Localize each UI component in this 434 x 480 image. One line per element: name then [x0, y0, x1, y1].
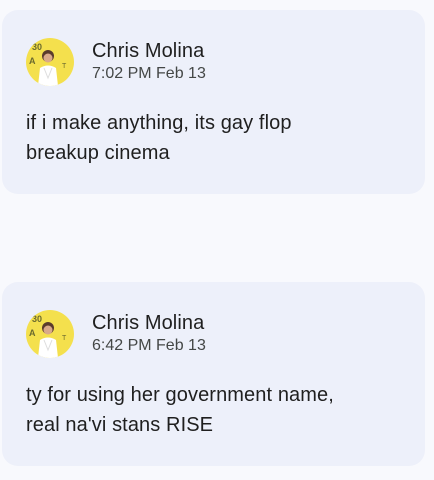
- svg-text:A: A: [29, 56, 36, 66]
- comment-header: 30 A T Chris Molina 7:02 PM Feb 13: [26, 38, 206, 86]
- author-name[interactable]: Chris Molina: [92, 40, 206, 62]
- svg-text:T: T: [62, 63, 67, 70]
- comment-text: if i make anything, its gay flop breakup…: [26, 112, 292, 164]
- avatar[interactable]: 30 A T: [26, 310, 74, 358]
- comment-header: 30 A T Chris Molina 6:42 PM Feb 13: [26, 310, 206, 358]
- svg-text:T: T: [62, 335, 67, 342]
- comment-card: 30 A T Chris Molina 7:02 PM Feb 13 if i …: [2, 10, 425, 194]
- avatar-image: 30 A T: [26, 38, 74, 86]
- comment-feed: 30 A T Chris Molina 7:02 PM Feb 13 if i …: [0, 0, 434, 480]
- timestamp: 6:42 PM Feb 13: [92, 337, 206, 354]
- svg-text:30: 30: [32, 42, 42, 52]
- comment-meta: Chris Molina 6:42 PM Feb 13: [92, 312, 206, 356]
- author-name[interactable]: Chris Molina: [92, 312, 206, 334]
- comment-meta: Chris Molina 7:02 PM Feb 13: [92, 40, 206, 84]
- timestamp: 7:02 PM Feb 13: [92, 65, 206, 82]
- comment-card: 30 A T Chris Molina 6:42 PM Feb 13 ty fo…: [2, 282, 425, 466]
- comment-text: ty for using her government name, real n…: [26, 384, 334, 436]
- avatar-image: 30 A T: [26, 310, 74, 358]
- svg-text:A: A: [29, 328, 36, 338]
- avatar[interactable]: 30 A T: [26, 38, 74, 86]
- svg-text:30: 30: [32, 314, 42, 324]
